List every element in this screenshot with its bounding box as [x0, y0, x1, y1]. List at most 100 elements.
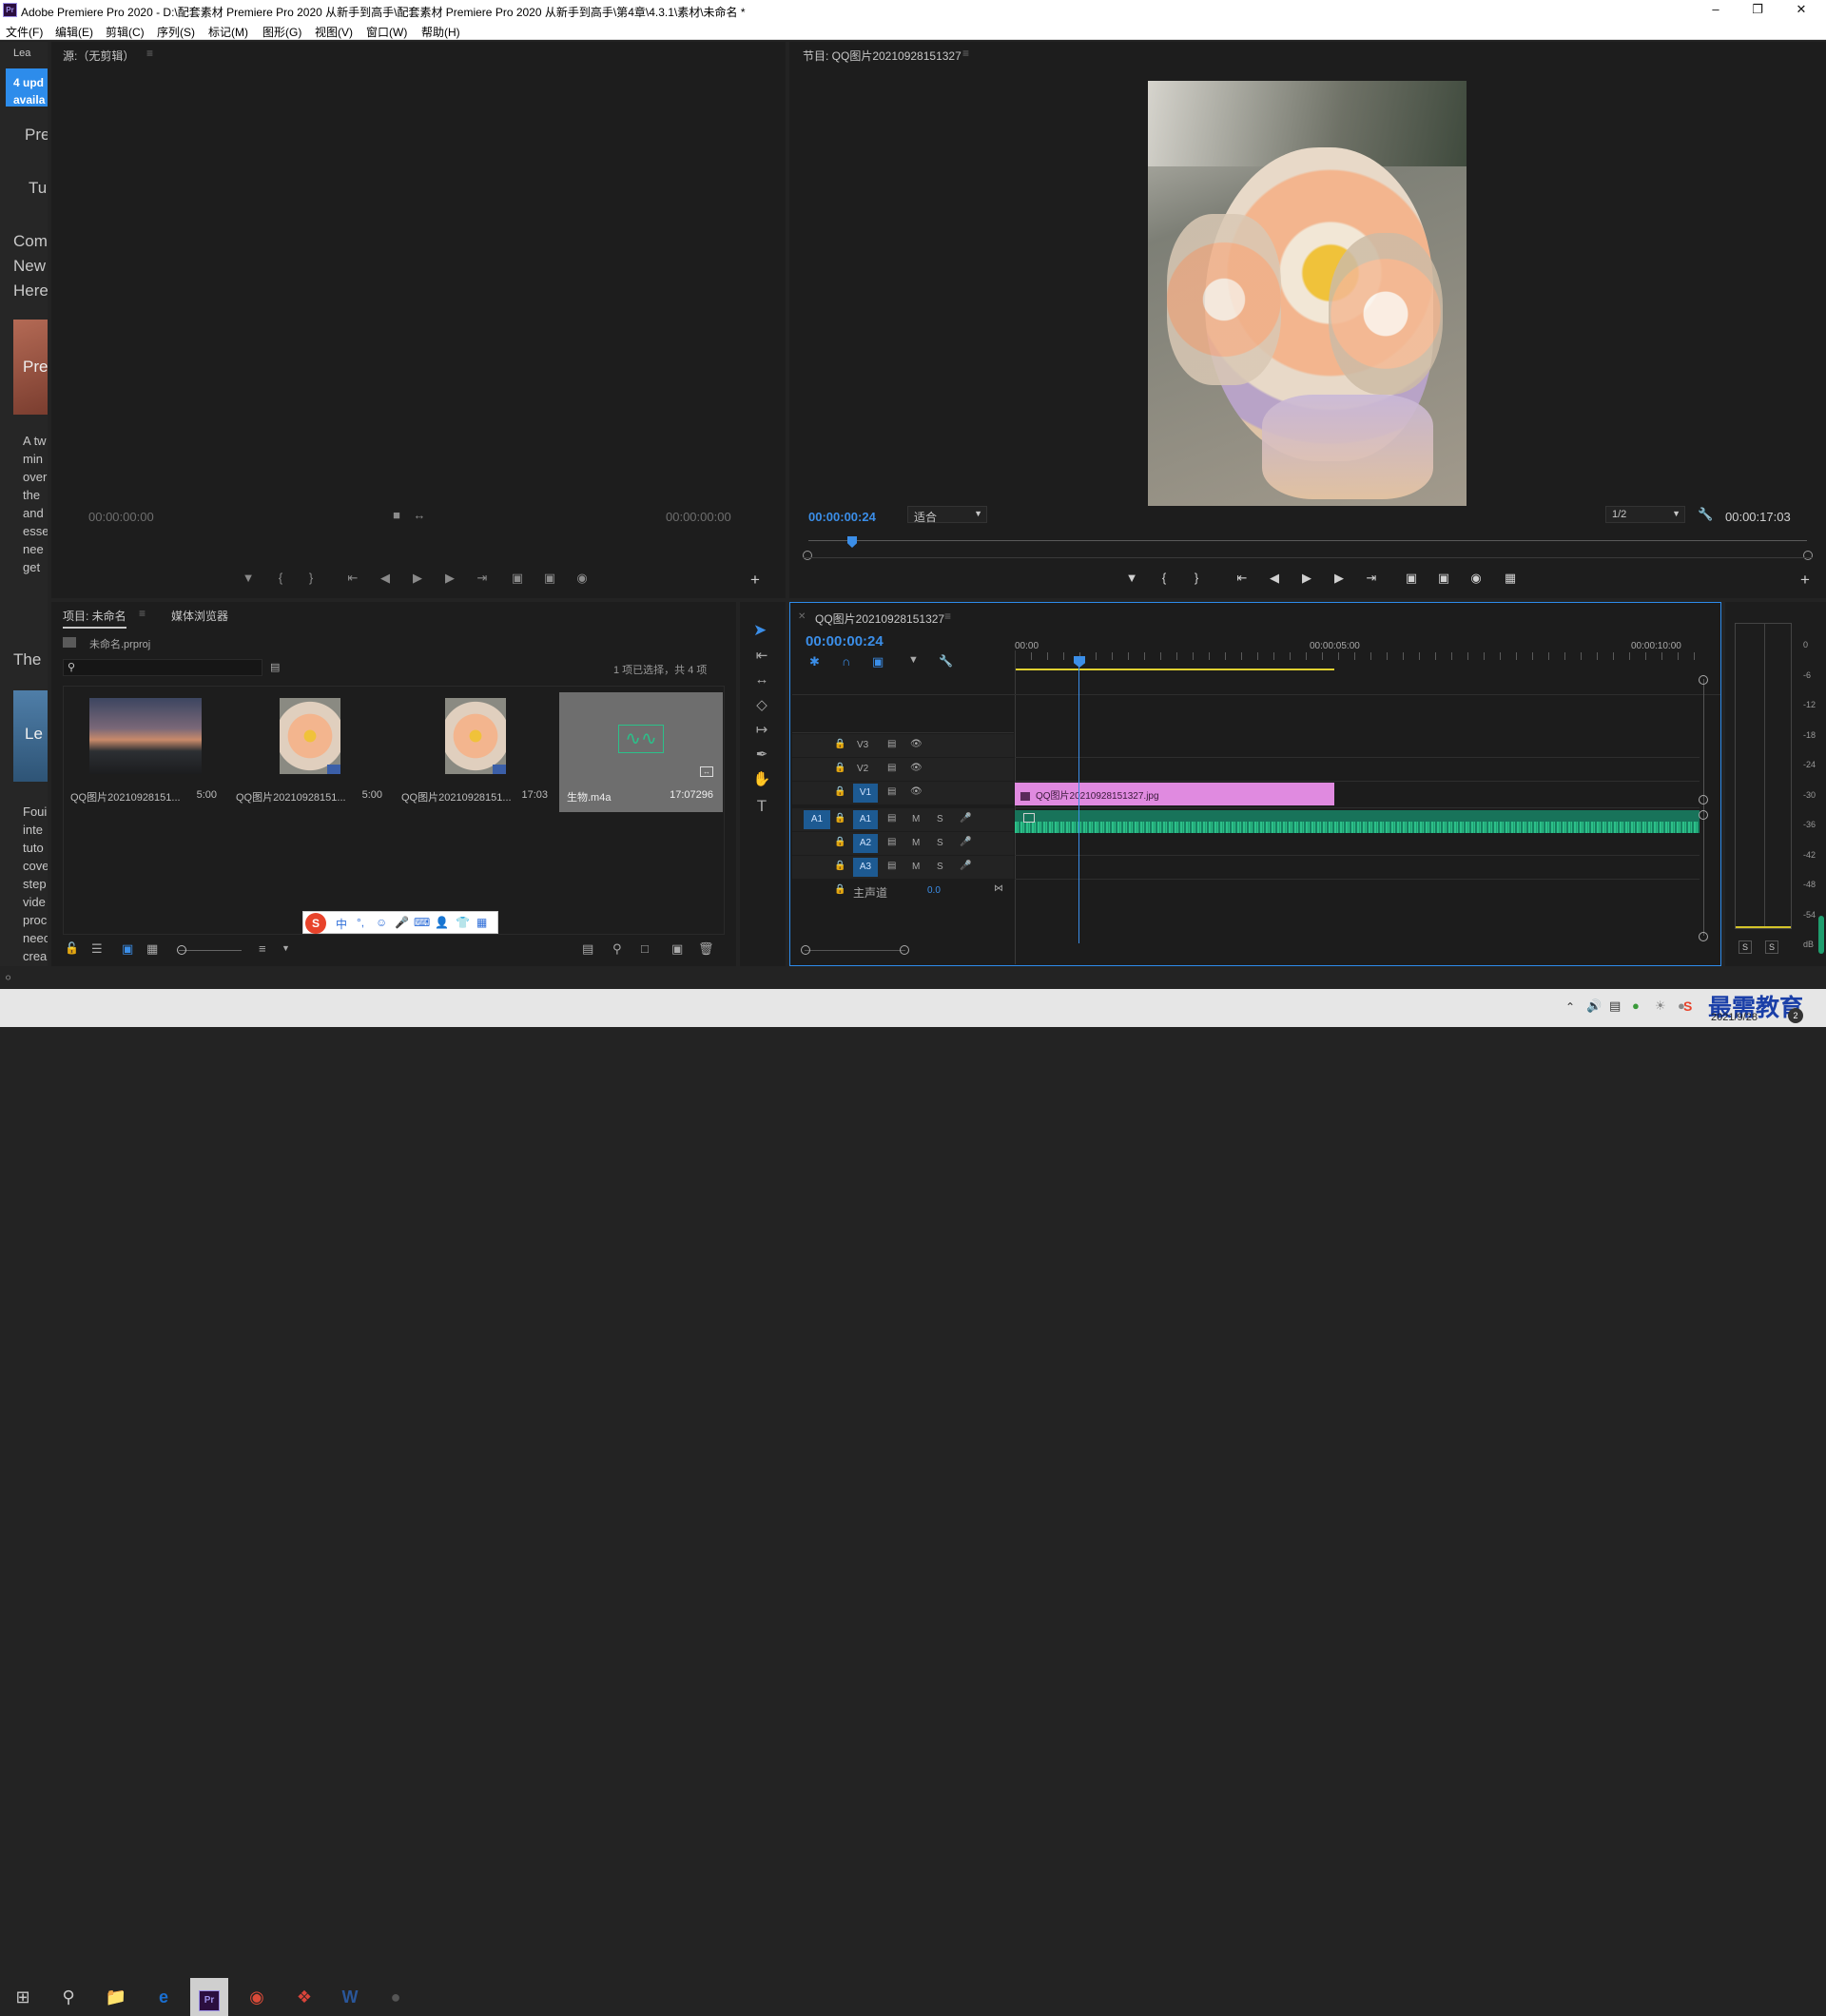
- menu-file[interactable]: 文件(F): [6, 24, 43, 40]
- file-explorer-icon[interactable]: 📁: [97, 1978, 135, 2016]
- lock-icon[interactable]: 🔒: [834, 861, 845, 871]
- clock-date[interactable]: 2021/9/28: [1711, 1012, 1758, 1023]
- timeline-settings-wrench-icon[interactable]: 🔧: [939, 654, 953, 668]
- lock-icon[interactable]: 🔒: [834, 763, 845, 773]
- network-icon[interactable]: ▤: [1609, 998, 1621, 1014]
- menu-view[interactable]: 视图(V): [315, 24, 353, 40]
- solo-button[interactable]: S: [937, 838, 943, 848]
- edge-browser-icon[interactable]: e: [145, 1978, 183, 2016]
- overwrite-icon[interactable]: ▣: [539, 571, 560, 586]
- mark-in-icon[interactable]: {: [1153, 571, 1175, 585]
- step-forward-icon[interactable]: ▶: [1328, 571, 1350, 586]
- mute-button[interactable]: M: [912, 838, 920, 848]
- program-monitor-title[interactable]: 节目: QQ图片20210928151327: [803, 48, 962, 64]
- audio-clip[interactable]: [1015, 810, 1700, 833]
- microphone-icon[interactable]: 🎤: [960, 861, 971, 871]
- ime-skin[interactable]: 👕: [456, 916, 470, 929]
- mute-button[interactable]: M: [912, 862, 920, 872]
- new-bin-icon[interactable]: □: [641, 941, 649, 956]
- timeline-sequence-name[interactable]: QQ图片20210928151327: [815, 611, 944, 627]
- menu-window[interactable]: 窗口(W): [366, 24, 407, 40]
- project-search-input[interactable]: ⚲: [63, 659, 262, 676]
- project-item-selected[interactable]: ∿∿ ↔ 生物.m4a 17:07296: [559, 692, 723, 812]
- extract-icon[interactable]: ▣: [1432, 571, 1455, 586]
- work-area-bar[interactable]: [1015, 669, 1334, 670]
- program-preview-image[interactable]: [1148, 81, 1467, 506]
- tray-chevron-up-icon[interactable]: ⌃: [1565, 1000, 1575, 1014]
- linked-selection-icon[interactable]: ▣: [872, 654, 884, 669]
- time-ruler[interactable]: [1015, 652, 1700, 660]
- mark-in-icon[interactable]: {: [270, 571, 291, 585]
- new-item-icon[interactable]: ▣: [671, 941, 683, 957]
- chrome-icon[interactable]: ◉: [238, 1978, 276, 2016]
- solo-button[interactable]: S: [937, 862, 943, 872]
- project-item[interactable]: QQ图片20210928151... 5:00: [228, 692, 392, 808]
- windows-start-icon[interactable]: ⊞: [4, 1978, 42, 2016]
- sogou-tray-icon[interactable]: S: [1683, 998, 1692, 1014]
- ime-tray-icon[interactable]: ☀: [1655, 998, 1666, 1014]
- source-timecode-left[interactable]: 00:00:00:00: [88, 510, 154, 524]
- ripple-edit-tool-icon[interactable]: ↔: [751, 671, 772, 692]
- step-back-icon[interactable]: ◀: [375, 571, 396, 586]
- lock-icon[interactable]: 🔒: [834, 884, 845, 895]
- export-frame-icon[interactable]: ◉: [1465, 571, 1487, 586]
- search-icon[interactable]: ⚲: [49, 1978, 87, 2016]
- icon-view-icon[interactable]: ▣: [122, 941, 133, 957]
- scroll-handle[interactable]: [1699, 795, 1708, 804]
- export-frame-icon[interactable]: ◉: [572, 571, 592, 586]
- list-view-icon[interactable]: ☰: [91, 941, 103, 957]
- hand-tool-icon[interactable]: ✋: [751, 770, 772, 791]
- fit-dropdown[interactable]: 适合 ▼: [907, 506, 987, 524]
- menu-help[interactable]: 帮助(H): [421, 24, 460, 40]
- add-button-icon[interactable]: +: [744, 571, 767, 590]
- sync-lock-icon[interactable]: ▤: [887, 861, 896, 871]
- sync-lock-icon[interactable]: ▤: [887, 763, 896, 773]
- sync-lock-icon[interactable]: ▤: [887, 786, 896, 797]
- tray-app-icon[interactable]: ●: [1632, 998, 1640, 1013]
- scroll-handle[interactable]: [801, 945, 810, 955]
- notification-badge[interactable]: 2: [1788, 1008, 1803, 1023]
- find-icon[interactable]: ⚲: [612, 941, 622, 957]
- marker-icon[interactable]: ▼: [238, 571, 259, 585]
- marker-icon[interactable]: ▼: [1120, 571, 1143, 585]
- drag-audio-icon[interactable]: ↔: [409, 508, 430, 522]
- lock-icon[interactable]: 🔒: [834, 837, 845, 847]
- premiere-taskbar-icon[interactable]: Pr: [190, 1978, 228, 2016]
- close-button[interactable]: ✕: [1782, 2, 1820, 19]
- ime-toolbar[interactable]: S 中 °, ☺ 🎤 ⌨ 👤 👕 ▦: [302, 911, 498, 934]
- step-forward-icon[interactable]: ▶: [439, 571, 460, 586]
- track-label-a2[interactable]: A2: [853, 834, 878, 853]
- lift-icon[interactable]: ▣: [1400, 571, 1423, 586]
- program-scrubber[interactable]: [808, 540, 1807, 541]
- source-patch-a1[interactable]: A1: [804, 810, 830, 829]
- ime-punctuation[interactable]: °,: [357, 916, 364, 929]
- tutorial-card-image[interactable]: Pre: [13, 320, 48, 415]
- go-to-in-icon[interactable]: ⇤: [1231, 571, 1253, 586]
- timeline-timecode[interactable]: 00:00:00:24: [806, 633, 884, 649]
- track-label-v2[interactable]: V2: [857, 764, 868, 774]
- microphone-icon[interactable]: 🎤: [960, 813, 971, 824]
- tab-project[interactable]: 项目: 未命名: [63, 608, 126, 629]
- step-back-icon[interactable]: ◀: [1263, 571, 1286, 586]
- scroll-handle[interactable]: [1699, 810, 1708, 820]
- solo-button[interactable]: S: [937, 814, 943, 824]
- mark-out-icon[interactable]: }: [1185, 571, 1208, 585]
- program-playhead[interactable]: [847, 536, 857, 548]
- lock-icon[interactable]: 🔒: [834, 813, 845, 824]
- pdf-reader-icon[interactable]: ❖: [285, 1978, 323, 2016]
- comparison-view-icon[interactable]: ▦: [1499, 571, 1522, 586]
- wrench-icon[interactable]: 🔧: [1698, 507, 1713, 522]
- eye-icon[interactable]: 👁: [910, 739, 923, 749]
- nest-toggle-icon[interactable]: ✱: [809, 654, 820, 669]
- resolution-dropdown[interactable]: 1/2 ▼: [1605, 506, 1685, 523]
- add-marker-icon[interactable]: ▼: [908, 654, 919, 666]
- horizontal-scrollbar[interactable]: [805, 950, 905, 951]
- lock-icon[interactable]: 🔓: [65, 941, 79, 955]
- menu-edit[interactable]: 编辑(E): [55, 24, 93, 40]
- menu-marker[interactable]: 标记(M): [208, 24, 248, 40]
- volume-icon[interactable]: 🔊: [1586, 998, 1602, 1014]
- program-timecode[interactable]: 00:00:00:24: [808, 510, 876, 524]
- scroll-handle[interactable]: [1699, 675, 1708, 685]
- ime-emoji[interactable]: ☺: [376, 916, 387, 929]
- eye-icon[interactable]: 👁: [910, 763, 923, 773]
